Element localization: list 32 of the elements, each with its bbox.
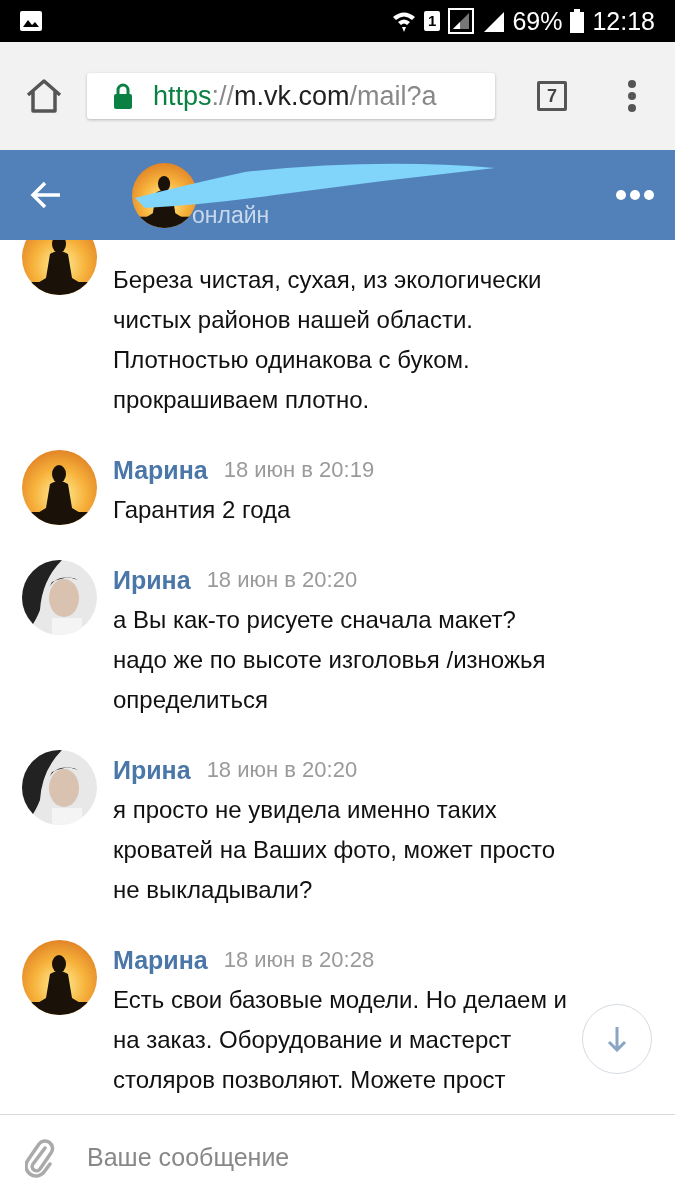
paperclip-icon[interactable] (25, 1137, 55, 1178)
message-text: Есть свои базовые модели. Но делаем и на заказ. Оборудование и мастерст столяров позволяют. Можете прост (113, 985, 567, 1095)
battery-icon (570, 9, 585, 33)
address-bar[interactable]: https://m.vk.com/mail?a (87, 73, 495, 119)
url-text: https://m.vk.com/mail?a (153, 80, 437, 112)
tab-count-button[interactable]: 7 (537, 81, 567, 111)
sender-name[interactable]: Ирина (113, 755, 191, 785)
message-text: а Вы как-то рисуете сначала макет? надо же по высоте изголовья /изножья определиться (113, 605, 546, 715)
message-text: Береза чистая, сухая, из экологически чистых районов нашей области. Плотностью одинакова с буком. прокрашиваем плотно. (113, 265, 542, 415)
wifi-icon (392, 10, 417, 32)
clock: 12:18 (592, 6, 655, 36)
down-arrow-icon (607, 1026, 627, 1052)
message-input[interactable]: Ваше сообщение (85, 1142, 645, 1173)
menu-icon[interactable] (627, 80, 637, 112)
sim-indicator: 1 (424, 11, 441, 31)
sender-name[interactable]: Марина (113, 455, 208, 485)
message-time: 18 июн в 20:28 (223, 947, 375, 973)
message-time: 18 июн в 20:20 (206, 567, 358, 593)
battery-percent: 69% (512, 6, 563, 36)
sender-name[interactable]: Ирина (113, 565, 191, 595)
message-text: Гарантия 2 года (113, 495, 291, 525)
online-status: онлайн (192, 201, 270, 229)
signal-icon (482, 10, 505, 32)
message-text: я просто не увидела именно таких кроватей на Ваших фото, может просто не выкладывали? (113, 795, 556, 905)
back-icon[interactable] (30, 181, 62, 209)
signal-icon (448, 8, 475, 34)
home-icon[interactable] (25, 78, 63, 114)
message-time: 18 июн в 20:19 (223, 457, 375, 483)
more-icon[interactable] (615, 189, 655, 201)
sender-name[interactable]: Марина (113, 945, 208, 975)
message-time: 18 июн в 20:20 (206, 757, 358, 783)
image-icon (20, 11, 42, 31)
